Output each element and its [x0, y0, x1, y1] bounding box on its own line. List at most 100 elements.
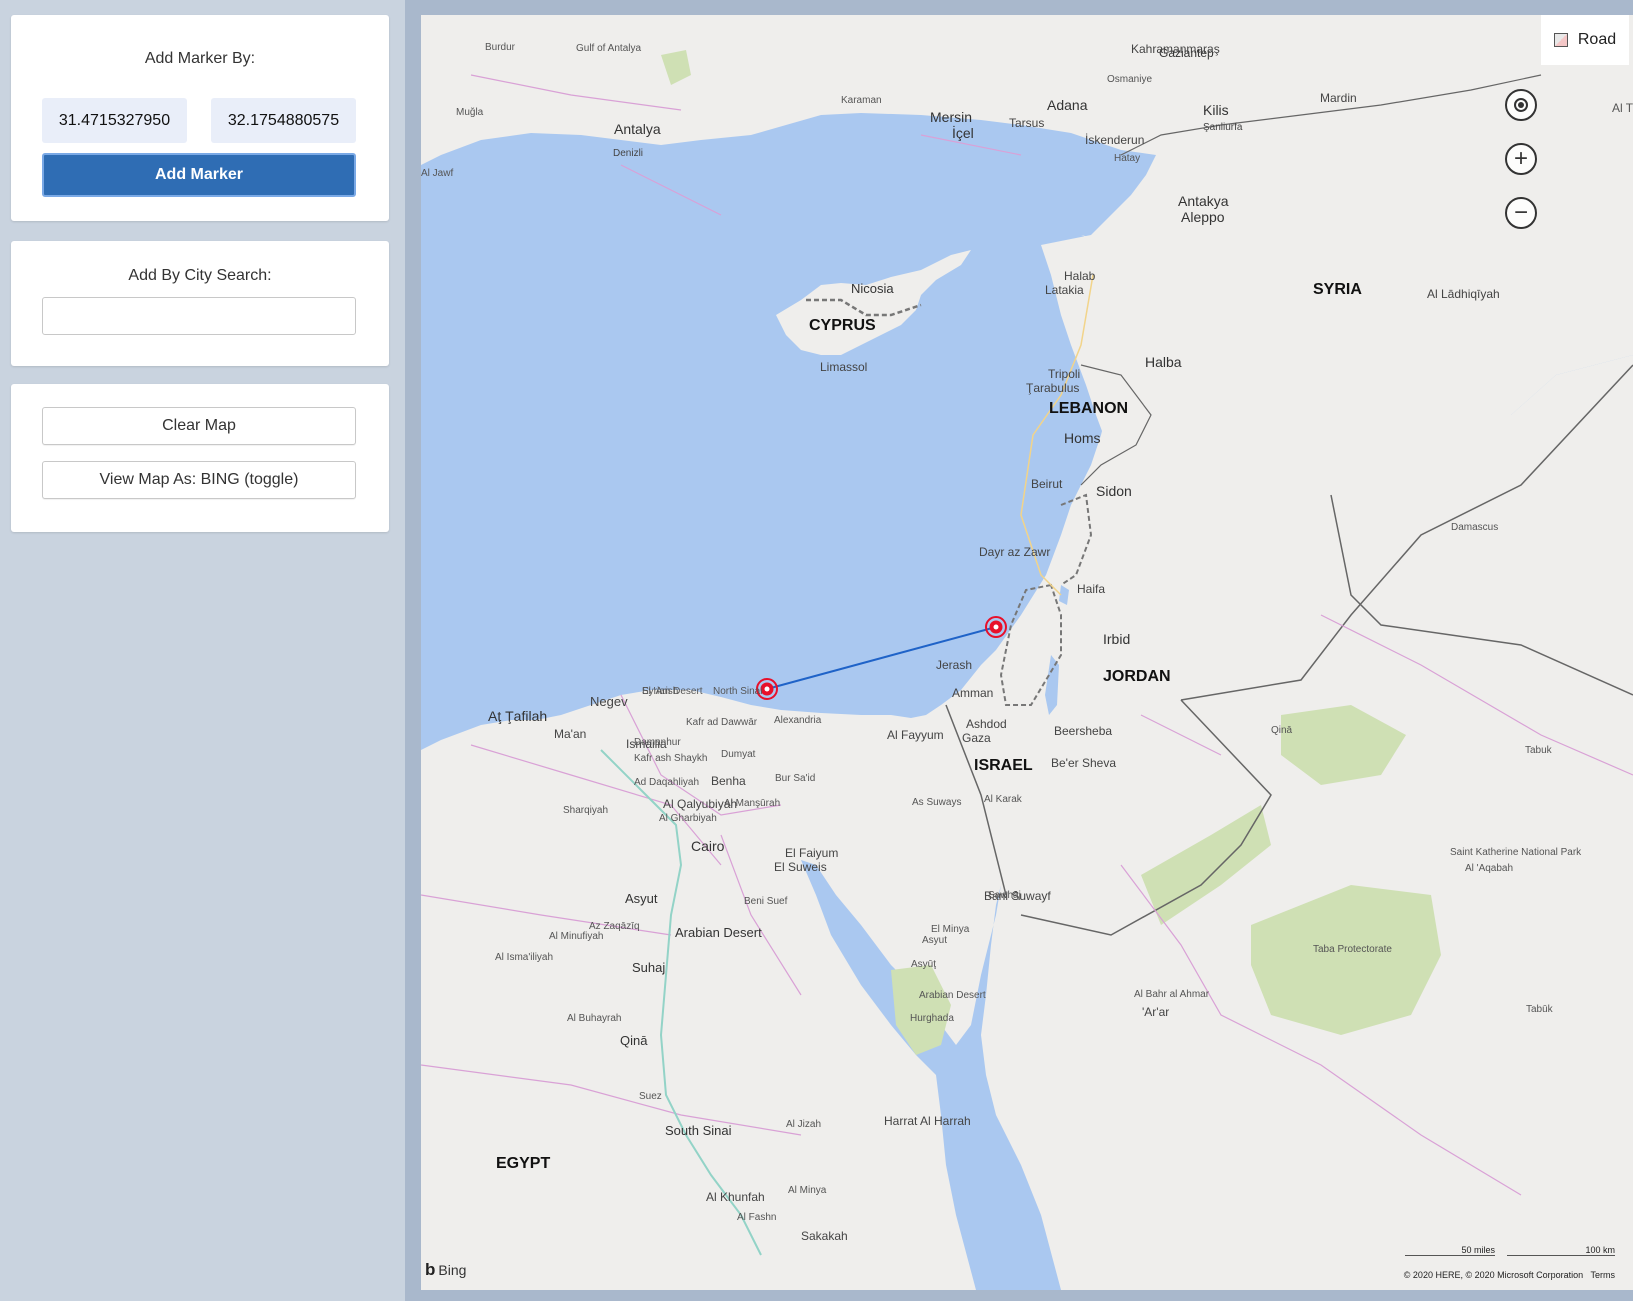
- bing-attribution[interactable]: b Bing: [425, 1260, 466, 1280]
- label-city: Denizli: [613, 148, 643, 159]
- label-city: Irbid: [1103, 631, 1130, 647]
- city-search-input[interactable]: [42, 297, 356, 335]
- label-city: Taba Protectorate: [1313, 944, 1392, 955]
- cyprus-land: [776, 250, 971, 355]
- plus-icon: +: [1513, 145, 1528, 172]
- label-city: Al Lādhiqīyah: [1427, 287, 1500, 301]
- label-country: LEBANON: [1049, 400, 1128, 417]
- label-city: Ashdod: [966, 717, 1007, 731]
- label-city: Hurghada: [910, 1013, 954, 1024]
- label-city: Mardin: [1320, 91, 1357, 105]
- target-icon: [1514, 98, 1528, 112]
- label-city: Saint Katherine National Park: [1450, 847, 1582, 858]
- minus-icon: −: [1513, 199, 1528, 226]
- label-city: Beirut: [1031, 477, 1063, 491]
- label-city: İçel: [952, 124, 974, 141]
- add-marker-button[interactable]: Add Marker: [42, 153, 356, 197]
- label-city: Sharqiyah: [563, 805, 608, 816]
- label-city: Homs: [1064, 430, 1101, 446]
- label-city: Al Fashn: [737, 1212, 776, 1223]
- clear-map-button[interactable]: Clear Map: [42, 407, 356, 445]
- label-city: Al Manşūrah: [724, 798, 780, 809]
- bing-label: Bing: [438, 1262, 467, 1278]
- locate-me-button[interactable]: [1505, 89, 1537, 121]
- map-style-selector[interactable]: Road: [1541, 15, 1629, 65]
- label-city: Syrian Desert: [642, 686, 703, 697]
- label-city: Negev: [590, 694, 628, 709]
- label-city: Alexandria: [774, 715, 822, 726]
- label-city: North Sinai: [713, 686, 762, 697]
- bing-logo-icon: b: [425, 1260, 436, 1279]
- zoom-in-button[interactable]: +: [1505, 143, 1537, 175]
- label-city: Al Minya: [788, 1185, 827, 1196]
- label-city: Al 'Aqabah: [1465, 863, 1513, 874]
- toggle-map-provider-button[interactable]: View Map As: BING (toggle): [42, 461, 356, 499]
- label-city: Aţ Ţafilah: [488, 708, 547, 724]
- label-city: Kafr ash Shaykh: [634, 753, 707, 764]
- label-city: Kahramanmaraş: [1131, 42, 1220, 56]
- label-city: El Faiyum: [785, 846, 838, 860]
- label-city: Tabuk: [1525, 745, 1553, 756]
- zoom-out-button[interactable]: −: [1505, 197, 1537, 229]
- label-city: İskenderun: [1085, 133, 1144, 147]
- label-country: ISRAEL: [974, 757, 1033, 774]
- scale-bar-miles: 50 miles: [1405, 1245, 1495, 1256]
- label-city: Karaman: [841, 95, 882, 106]
- label-city: Sidon: [1096, 483, 1132, 499]
- label-city: El Suweis: [774, 860, 827, 874]
- terms-link[interactable]: Terms: [1591, 1270, 1616, 1280]
- longitude-field[interactable]: 32.1754880575: [211, 98, 356, 143]
- label-city: Al Jawf: [421, 168, 453, 179]
- marker-tel-aviv[interactable]: [985, 616, 1007, 638]
- label-city: Burdur: [485, 42, 516, 53]
- label-city: Antakya: [1178, 193, 1229, 209]
- label-city: Osmaniye: [1107, 74, 1152, 85]
- map-svg: CYPRUS LEBANON SYRIA JORDAN ISRAEL EGYPT…: [421, 15, 1633, 1290]
- label-city: Al Minufiyah: [549, 931, 603, 942]
- label-city: Latakia: [1045, 283, 1084, 297]
- label-city: Beersheba: [1054, 724, 1112, 738]
- label-city: Jerash: [936, 658, 972, 672]
- label-city: Gulf of Antalya: [576, 43, 641, 54]
- label-city: Arabian Desert: [919, 990, 986, 1001]
- latitude-field[interactable]: 31.4715327950: [42, 98, 187, 143]
- label-city: Damascus: [1451, 522, 1498, 533]
- label-city: Ad Daqahliyah: [634, 777, 699, 788]
- label-country: SYRIA: [1313, 281, 1362, 298]
- label-city: Al Bahr al Ahmar: [1134, 989, 1210, 1000]
- label-city: Adana: [1047, 97, 1088, 113]
- city-search-title: Add By City Search:: [128, 267, 272, 284]
- label-city: South Sinai: [665, 1123, 732, 1138]
- map-frame: CYPRUS LEBANON SYRIA JORDAN ISRAEL EGYPT…: [405, 0, 1633, 1301]
- label-city: As Suways: [912, 797, 961, 808]
- label-city: Amman: [952, 686, 993, 700]
- map-canvas[interactable]: CYPRUS LEBANON SYRIA JORDAN ISRAEL EGYPT…: [421, 15, 1633, 1290]
- copyright-text: © 2020 HERE, © 2020 Microsoft Corporatio…: [1404, 1270, 1615, 1280]
- label-city: Qinā: [1271, 725, 1293, 736]
- label-city: Halab: [1064, 269, 1096, 283]
- label-city: Dumyat: [721, 749, 756, 760]
- label-city: Al Buhayrah: [567, 1013, 621, 1024]
- label-city: Asyut: [625, 891, 658, 906]
- label-city: Be'er Sheva: [1051, 756, 1116, 770]
- label-city: Arabian Desert: [675, 925, 762, 940]
- label-city: Dayr az Zawr: [979, 545, 1050, 559]
- label-country: EGYPT: [496, 1155, 550, 1172]
- label-city: Asyut: [922, 935, 947, 946]
- label-city: Sakakah: [801, 1229, 848, 1243]
- label-city: Muğla: [456, 107, 484, 118]
- label-city: Qinā: [620, 1033, 648, 1048]
- label-city: Ma'an: [554, 727, 586, 741]
- label-city: Hatay: [1114, 153, 1140, 164]
- label-city: Al Jizah: [786, 1119, 821, 1130]
- label-city: 'Ar'ar: [1142, 1005, 1169, 1019]
- map-style-label: Road: [1577, 31, 1617, 48]
- label-city: Asyūţ: [911, 959, 936, 970]
- label-city: Haifa: [1077, 582, 1105, 596]
- add-marker-title: Add Marker By:: [144, 50, 256, 67]
- label-city: Harrat Al Harrah: [884, 1114, 971, 1128]
- label-city: Al Tubayq: [1612, 101, 1633, 115]
- label-city: Al Khunfah: [706, 1190, 765, 1204]
- sidebar: Add Marker By: 31.4715327950 32.17548805…: [0, 0, 405, 1301]
- add-marker-card: Add Marker By: 31.4715327950 32.17548805…: [11, 15, 389, 221]
